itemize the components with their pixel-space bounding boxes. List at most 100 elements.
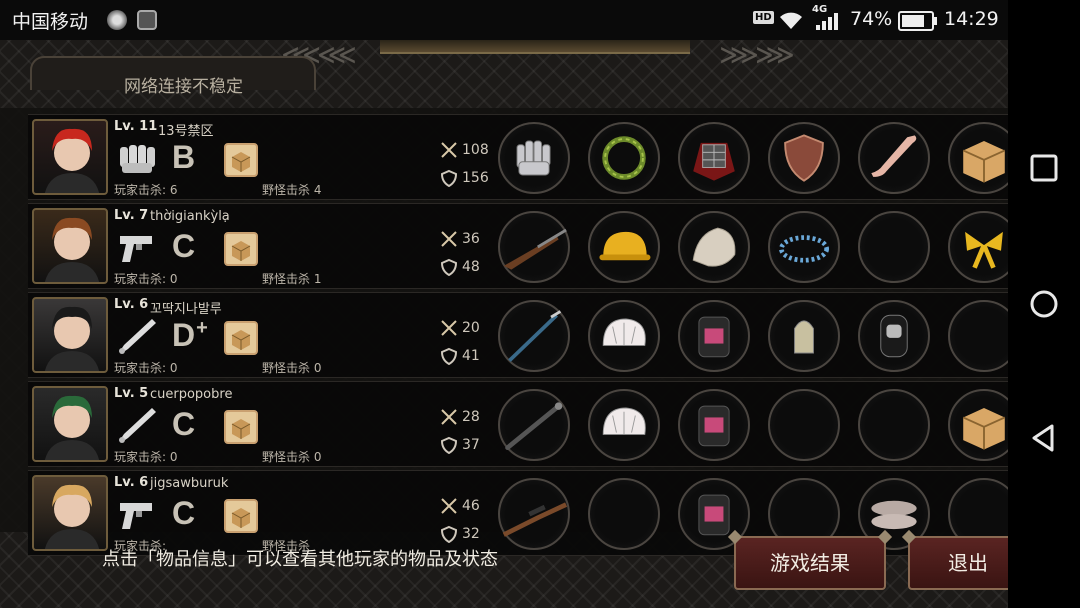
battery-icon: [898, 11, 937, 31]
knee-pad-icon[interactable]: [858, 300, 930, 372]
gift-bow-icon[interactable]: [948, 211, 1008, 283]
player-avatar[interactable]: [32, 475, 108, 551]
leg-icon[interactable]: [858, 122, 930, 194]
gallery-icon: [137, 10, 157, 30]
player-level: Lv. 7: [114, 208, 149, 223]
backpack-icon[interactable]: [678, 300, 750, 372]
empty-item-slot[interactable]: [768, 389, 840, 461]
gauntlet-icon[interactable]: [498, 122, 570, 194]
player-grade: D+: [172, 317, 208, 353]
player-level: Lv. 6: [114, 297, 149, 312]
defense-icon: [440, 169, 458, 187]
player-name: 꼬딱지나발루: [150, 302, 222, 317]
bike-helmet-icon[interactable]: [588, 389, 660, 461]
monster-kills: 野怪击杀 0: [262, 450, 322, 464]
attack-icon: [441, 409, 457, 425]
bead-bracelet-icon[interactable]: [768, 211, 840, 283]
player-name: 13号禁区: [158, 124, 214, 139]
attack-icon: [441, 320, 457, 336]
pipe-icon[interactable]: [498, 389, 570, 461]
defense-icon: [440, 258, 458, 276]
defense-icon: [440, 436, 458, 454]
hd-badge: HD: [753, 11, 774, 24]
home-button[interactable]: [1028, 288, 1060, 320]
player-level: Lv. 6: [114, 475, 149, 490]
player-row[interactable]: Lv. 11 13号禁区 B 玩家击杀: 6 野怪击杀 4 108 156: [28, 114, 1008, 200]
player-list-panel: Lv. 11 13号禁区 B 玩家击杀: 6 野怪击杀 4 108 156 Lv. 7 thời…: [0, 108, 1008, 556]
bullet-icon[interactable]: [768, 300, 840, 372]
defense-icon: [440, 347, 458, 365]
battery-percent: 74%: [850, 8, 893, 30]
pistol-icon: [116, 495, 158, 533]
player-name: cuerpopobre: [150, 387, 233, 402]
top-banner: [380, 40, 690, 54]
player-kills: 玩家击杀: 6: [114, 183, 178, 197]
defense-icon: [440, 525, 458, 543]
rod-icon[interactable]: [498, 300, 570, 372]
player-grade: C: [172, 495, 196, 531]
player-level: Lv. 5: [114, 386, 149, 401]
item-box-icon[interactable]: [224, 232, 258, 266]
connection-tab[interactable]: 网络连接不稳定: [30, 56, 316, 97]
shield-icon[interactable]: [768, 122, 840, 194]
fist-icon: [116, 139, 158, 177]
laurel-wreath-icon[interactable]: [588, 122, 660, 194]
empty-item-slot[interactable]: [858, 389, 930, 461]
baseball-bat-icon: [116, 406, 158, 444]
empty-item-slot[interactable]: [588, 478, 660, 550]
item-box-icon[interactable]: [224, 143, 258, 177]
sniper-rifle-icon[interactable]: [498, 478, 570, 550]
player-row[interactable]: Lv. 5 cuerpopobre C 玩家击杀: 0 野怪击杀 0 28 37: [28, 381, 1008, 467]
game-screen: ⋘⋘ ⋙⋙ 网络连接不稳定 Lv. 11 13号禁区 B 玩家击杀: 6 野怪击杀 41…: [0, 40, 1008, 608]
bike-helmet-icon[interactable]: [588, 300, 660, 372]
player-row[interactable]: Lv. 7 thờigiankỳlạ C 玩家击杀: 0 野怪击杀 1 36 48: [28, 203, 1008, 289]
status-bar: 中国移动 HD 4G 74% 14:29: [0, 0, 1008, 40]
player-name: jigsawburuk: [150, 476, 229, 491]
signal-icon: [816, 13, 838, 30]
baseball-bat-icon: [116, 317, 158, 355]
cardboard-box-icon[interactable]: [948, 389, 1008, 461]
attack-icon: [441, 498, 457, 514]
wifi-icon: [780, 12, 802, 29]
cloth-icon[interactable]: [678, 211, 750, 283]
player-avatar[interactable]: [32, 208, 108, 284]
attack-icon: [441, 231, 457, 247]
monster-kills: 野怪击杀 4: [262, 183, 322, 197]
item-box-icon[interactable]: [224, 410, 258, 444]
backpack-icon[interactable]: [678, 389, 750, 461]
wing-decoration-right: ⋙⋙: [719, 40, 795, 71]
hard-hat-icon[interactable]: [588, 211, 660, 283]
musket-icon[interactable]: [498, 211, 570, 283]
attack-icon: [441, 142, 457, 158]
back-button[interactable]: [1028, 422, 1060, 454]
notification-icon: [107, 10, 127, 30]
item-box-icon[interactable]: [224, 321, 258, 355]
player-row[interactable]: Lv. 6 꼬딱지나발루 D+ 玩家击杀: 0 野怪击杀 0 20 41: [28, 292, 1008, 378]
player-kills: 玩家击杀: 0: [114, 361, 178, 375]
empty-item-slot[interactable]: [858, 211, 930, 283]
game-result-button[interactable]: 游戏结果: [734, 536, 886, 590]
player-avatar[interactable]: [32, 386, 108, 462]
item-box-icon[interactable]: [224, 499, 258, 533]
pistol-icon: [116, 228, 158, 266]
player-grade: B: [172, 139, 196, 175]
player-kills: 玩家击杀: 0: [114, 450, 178, 464]
monster-kills: 野怪击杀 1: [262, 272, 322, 286]
cardboard-box-icon[interactable]: [948, 122, 1008, 194]
recent-apps-button[interactable]: [1028, 152, 1060, 184]
hint-text: 点击「物品信息」可以查看其他玩家的物品及状态: [102, 549, 498, 570]
player-avatar[interactable]: [32, 297, 108, 373]
connection-tab-label: 网络连接不稳定: [124, 77, 243, 97]
carrier-label: 中国移动: [12, 11, 89, 33]
exit-button[interactable]: 退出: [908, 536, 1008, 590]
player-avatar[interactable]: [32, 119, 108, 195]
clock: 14:29: [944, 8, 999, 30]
player-name: thờigiankỳlạ: [150, 209, 230, 224]
android-nav-bar: [1008, 0, 1080, 608]
armor-icon[interactable]: [678, 122, 750, 194]
player-grade: C: [172, 406, 196, 442]
player-kills: 玩家击杀: 0: [114, 272, 178, 286]
player-level: Lv. 11: [114, 119, 158, 134]
player-grade: C: [172, 228, 196, 264]
empty-item-slot[interactable]: [948, 300, 1008, 372]
